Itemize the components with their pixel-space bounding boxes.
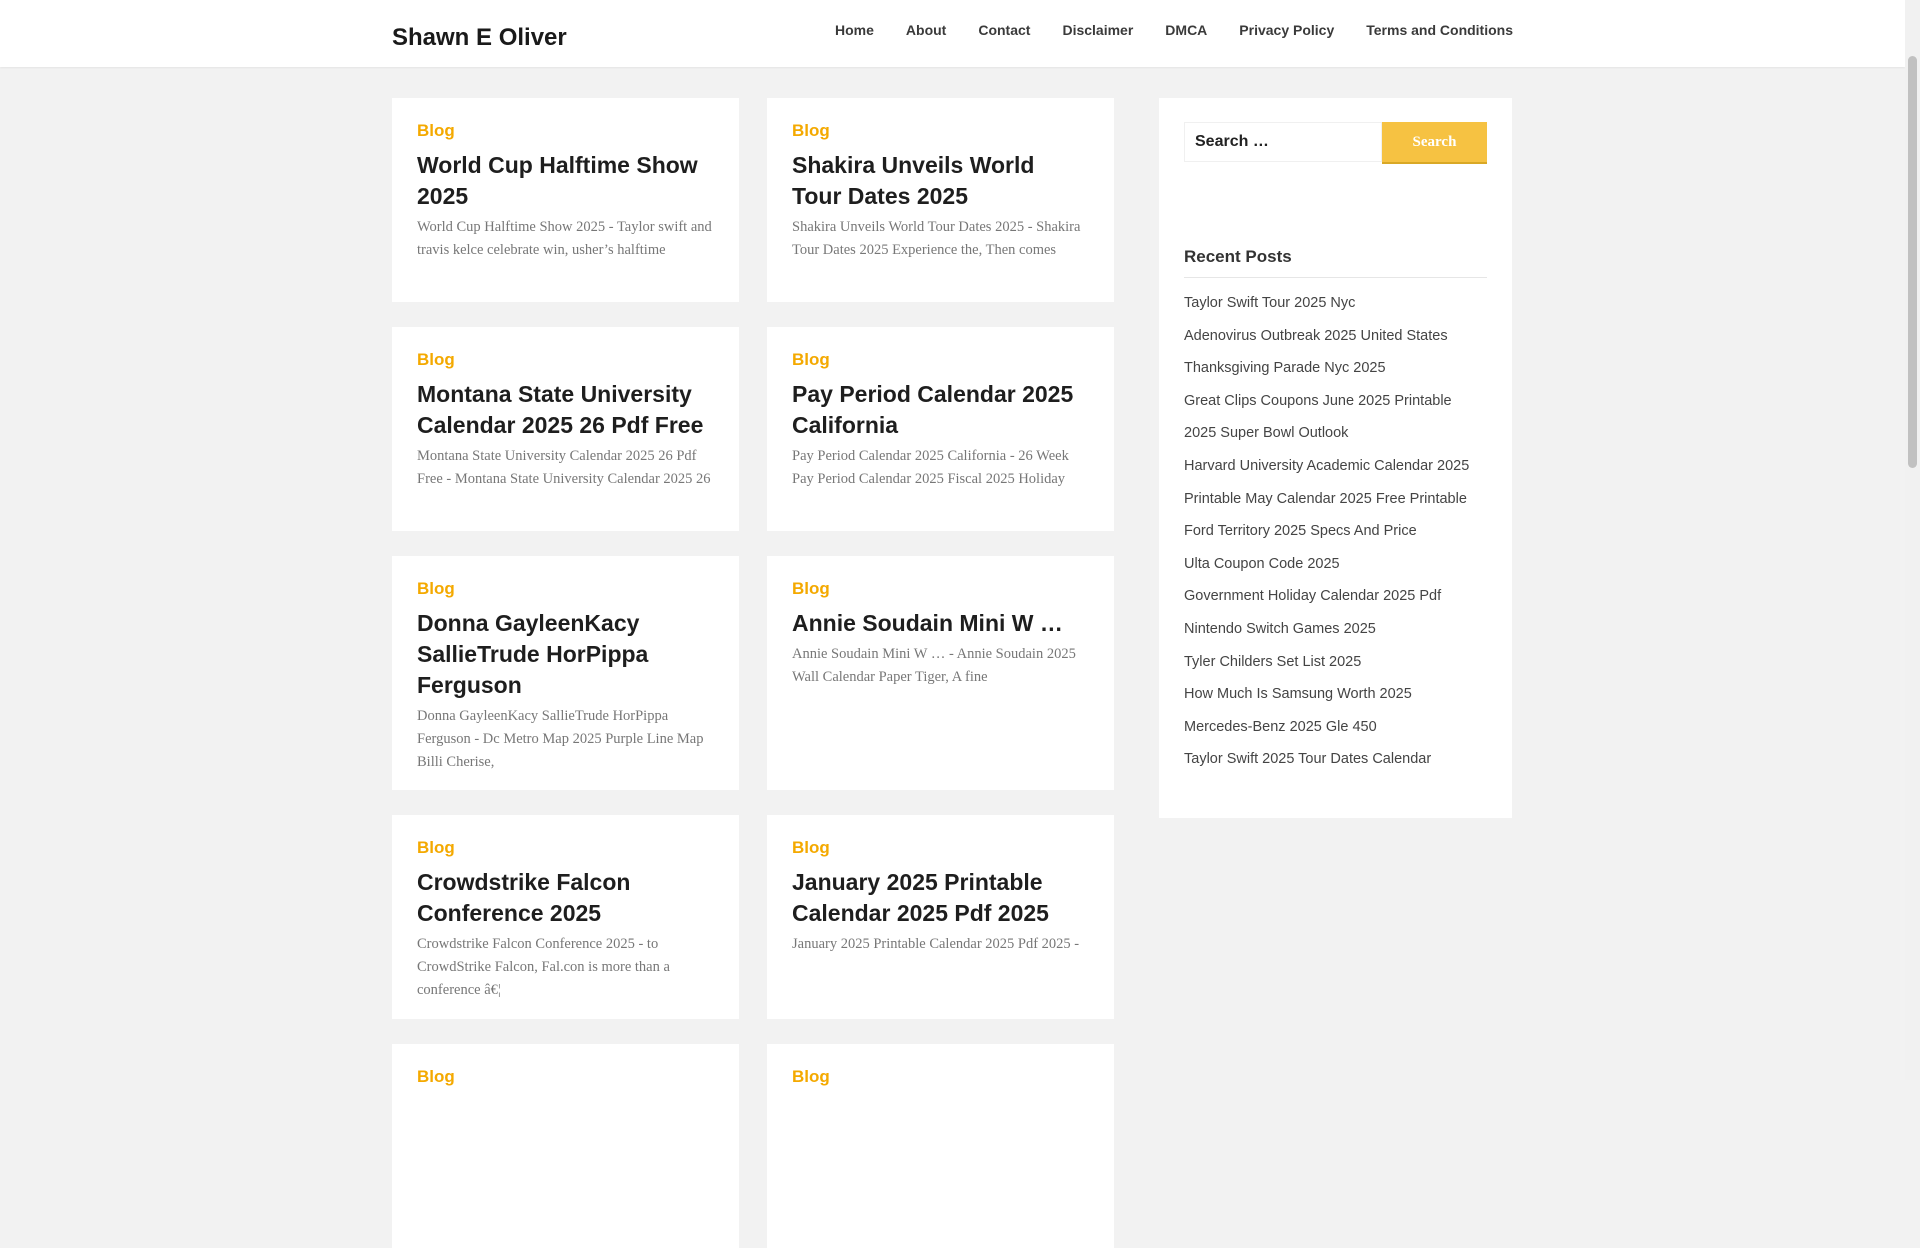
list-item: Taylor Swift Tour 2025 Nyc [1184,292,1487,325]
post-title[interactable]: Crowdstrike Falcon Conference 2025 [417,867,714,929]
list-item: Government Holiday Calendar 2025 Pdf [1184,585,1487,618]
post-category-link[interactable]: Blog [417,838,714,858]
post-card: Blog January 2025 Printable Calendar 202… [767,815,1114,1019]
post-card: Blog Donna GayleenKacy SallieTrude HorPi… [392,556,739,790]
post-excerpt: Donna GayleenKacy SallieTrude HorPippa F… [417,708,704,770]
post-category-link[interactable]: Blog [792,350,1089,370]
post-category-link[interactable]: Blog [792,579,1089,599]
post-title[interactable]: Donna GayleenKacy SallieTrude HorPippa F… [417,608,714,701]
list-item: Harvard University Academic Calendar 202… [1184,455,1487,488]
recent-post-link[interactable]: Ulta Coupon Code 2025 [1184,556,1340,572]
post-excerpt: January 2025 Printable Calendar 2025 Pdf… [792,936,1080,952]
nav-contact[interactable]: Contact [962,21,1046,39]
post-category-link[interactable]: Blog [417,121,714,141]
post-category-link[interactable]: Blog [417,579,714,599]
recent-post-link[interactable]: Taylor Swift Tour 2025 Nyc [1184,295,1355,311]
list-item: Ulta Coupon Code 2025 [1184,553,1487,586]
post-card: Blog Pay Period Calendar 2025 California… [767,327,1114,531]
post-card: Blog World Cup Halftime Show 2025 World … [392,98,739,302]
recent-post-link[interactable]: Nintendo Switch Games 2025 [1184,621,1376,637]
sidebar: Search Recent Posts Taylor Swift Tour 20… [1159,98,1512,818]
post-category-link[interactable]: Blog [792,1067,1089,1087]
post-title[interactable]: Annie Soudain Mini W … [792,608,1089,639]
post-card: Blog [392,1044,739,1248]
list-item: Adenovirus Outbreak 2025 United States [1184,325,1487,358]
post-card: Blog [767,1044,1114,1248]
recent-post-link[interactable]: Government Holiday Calendar 2025 Pdf [1184,588,1441,604]
list-item: Thanksgiving Parade Nyc 2025 [1184,357,1487,390]
recent-post-link[interactable]: Taylor Swift 2025 Tour Dates Calendar [1184,751,1431,767]
recent-posts-heading: Recent Posts [1184,247,1487,278]
nav-home[interactable]: Home [819,21,890,39]
site-title[interactable]: Shawn E Oliver [392,24,567,52]
post-grid: Blog World Cup Halftime Show 2025 World … [392,98,1114,1248]
post-excerpt: Montana State University Calendar 2025 2… [417,448,711,487]
recent-post-link[interactable]: Harvard University Academic Calendar 202… [1184,458,1469,474]
post-category-link[interactable]: Blog [792,121,1089,141]
post-excerpt: Crowdstrike Falcon Conference 2025 - to … [417,936,670,998]
nav-disclaimer[interactable]: Disclaimer [1046,21,1149,39]
post-excerpt: Shakira Unveils World Tour Dates 2025 - … [792,219,1081,258]
recent-post-link[interactable]: Adenovirus Outbreak 2025 United States [1184,328,1448,344]
post-card: Blog Crowdstrike Falcon Conference 2025 … [392,815,739,1019]
post-card: Blog Annie Soudain Mini W … Annie Soudai… [767,556,1114,790]
post-category-link[interactable]: Blog [792,838,1089,858]
post-excerpt: Annie Soudain Mini W … - Annie Soudain 2… [792,646,1076,685]
recent-post-link[interactable]: Mercedes-Benz 2025 Gle 450 [1184,719,1377,735]
post-excerpt: World Cup Halftime Show 2025 - Taylor sw… [417,219,712,258]
list-item: Nintendo Switch Games 2025 [1184,618,1487,651]
recent-post-link[interactable]: Ford Territory 2025 Specs And Price [1184,523,1417,539]
main-nav: Home About Contact Disclaimer DMCA Priva… [819,21,1513,39]
recent-post-link[interactable]: Thanksgiving Parade Nyc 2025 [1184,360,1386,376]
list-item: Ford Territory 2025 Specs And Price [1184,520,1487,553]
post-card: Blog Montana State University Calendar 2… [392,327,739,531]
list-item: Great Clips Coupons June 2025 Printable [1184,390,1487,423]
post-title[interactable]: World Cup Halftime Show 2025 [417,150,714,212]
list-item: Printable May Calendar 2025 Free Printab… [1184,488,1487,521]
recent-posts-list: Taylor Swift Tour 2025 Nyc Adenovirus Ou… [1184,292,1487,781]
post-card: Blog Shakira Unveils World Tour Dates 20… [767,98,1114,302]
post-title[interactable]: January 2025 Printable Calendar 2025 Pdf… [792,867,1089,929]
search-form: Search [1184,122,1487,162]
post-title[interactable]: Pay Period Calendar 2025 California [792,379,1089,441]
post-category-link[interactable]: Blog [417,1067,714,1087]
search-input[interactable] [1184,122,1382,162]
nav-terms-and-conditions[interactable]: Terms and Conditions [1350,21,1513,39]
list-item: How Much Is Samsung Worth 2025 [1184,683,1487,716]
scrollbar-thumb[interactable] [1908,56,1917,468]
site-header: Shawn E Oliver Home About Contact Discla… [0,0,1905,67]
nav-dmca[interactable]: DMCA [1149,21,1223,39]
post-title[interactable]: Montana State University Calendar 2025 2… [417,379,714,441]
recent-post-link[interactable]: Tyler Childers Set List 2025 [1184,654,1361,670]
page-scrollbar[interactable] [1905,0,1920,1080]
nav-about[interactable]: About [890,21,962,39]
post-title[interactable]: Shakira Unveils World Tour Dates 2025 [792,150,1089,212]
search-button[interactable]: Search [1382,122,1487,162]
post-category-link[interactable]: Blog [417,350,714,370]
list-item: Tyler Childers Set List 2025 [1184,651,1487,684]
list-item: Mercedes-Benz 2025 Gle 450 [1184,716,1487,749]
list-item: 2025 Super Bowl Outlook [1184,422,1487,455]
recent-post-link[interactable]: How Much Is Samsung Worth 2025 [1184,686,1412,702]
recent-post-link[interactable]: 2025 Super Bowl Outlook [1184,425,1348,441]
list-item: Taylor Swift 2025 Tour Dates Calendar [1184,748,1487,781]
recent-post-link[interactable]: Printable May Calendar 2025 Free Printab… [1184,491,1467,507]
post-excerpt: Pay Period Calendar 2025 California - 26… [792,448,1069,487]
nav-privacy-policy[interactable]: Privacy Policy [1223,21,1350,39]
recent-post-link[interactable]: Great Clips Coupons June 2025 Printable [1184,393,1452,409]
